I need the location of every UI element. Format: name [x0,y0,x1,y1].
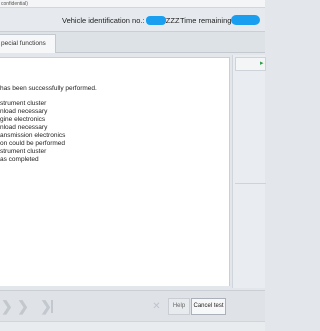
log-line: nload necessary [0,108,48,115]
vin-redaction [146,16,166,25]
tab-label: pecial functions [1,40,46,47]
chevron-right-icon[interactable]: ❯ [13,297,33,316]
result-message: has been successfully performed. [0,85,97,92]
side-divider [235,183,266,184]
result-panel: has been successfully performed. strumen… [0,57,230,286]
log-list: strument cluster nload necessary gine el… [0,100,65,164]
help-button[interactable]: Help [168,298,190,315]
footer-toolbar: ❯ ❯ ❯ ✕ Help Cancel test [0,290,265,321]
play-icon: ▸ [260,60,264,67]
header-bar: Vehicle identification no.: WVWZZZ Time … [0,8,265,32]
side-panel: ▸ [232,55,266,288]
cancel-test-button[interactable]: Cancel test [191,298,226,315]
log-line: strument cluster [0,148,47,155]
log-line: strument cluster [0,100,47,107]
close-icon[interactable]: ✕ [148,298,165,315]
log-line: on could be performed [0,140,66,147]
log-line: as completed [0,156,39,163]
skip-to-end-icon[interactable]: ❯ [36,297,56,316]
chevron-left-icon[interactable]: ❯ [0,297,13,316]
log-line: ansmission electronics [0,132,66,139]
play-button[interactable]: ▸ [235,57,266,71]
tab-bar: pecial functions [0,32,265,53]
log-line: nload necessary [0,124,48,131]
status-bar [0,321,265,331]
confidential-label: confidential) [1,1,28,7]
time-remaining-label: Time remaining: [180,16,234,25]
confidential-bar: confidential) [0,0,265,8]
time-remaining-redaction [231,15,260,25]
tab-special-functions[interactable]: pecial functions [0,34,56,53]
log-line: gine electronics [0,116,46,123]
